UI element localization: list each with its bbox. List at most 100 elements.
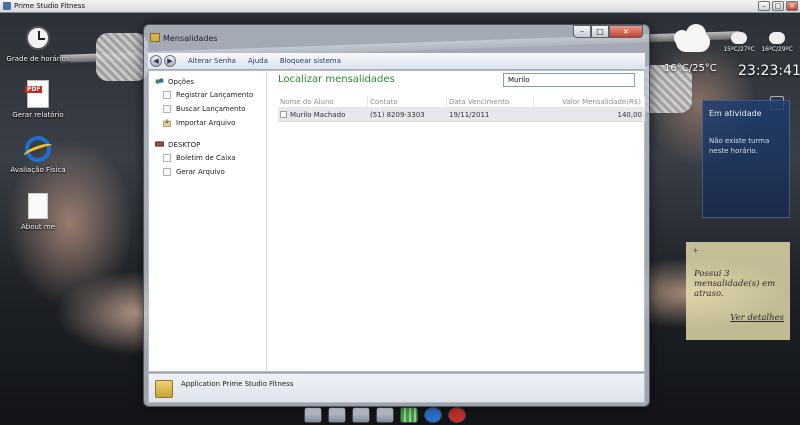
folder-icon xyxy=(150,33,160,42)
window-maximize-button[interactable]: □ xyxy=(591,25,609,38)
taskbar xyxy=(300,404,520,425)
menubar: ◀ ▶ Alterar Senha Ajuda Bloquear sistema xyxy=(148,53,645,69)
plus-icon[interactable]: + xyxy=(692,246,784,255)
taskbar-app-icon[interactable] xyxy=(328,406,346,423)
window-close-button[interactable]: × xyxy=(609,25,643,38)
sticky-details-link[interactable]: Ver detalhes xyxy=(692,313,784,323)
app-close-button[interactable]: × xyxy=(786,1,798,11)
desktop-icon-label: About me xyxy=(20,223,56,231)
clock-icon xyxy=(24,24,52,52)
desktop-icon-grade-horarios[interactable]: Grade de horários xyxy=(3,24,73,63)
menu-alterar-senha[interactable]: Alterar Senha xyxy=(188,57,236,65)
page-title: Localizar mensalidades xyxy=(278,74,395,85)
cell-valor: 140,00 xyxy=(617,111,643,119)
main-panel: Localizar mensalidades Nome do Aluno Con… xyxy=(268,71,645,371)
menu-bloquear-sistema[interactable]: Bloquear sistema xyxy=(280,57,341,65)
window-content: Opções Registrar Lançamento Buscar Lança… xyxy=(148,70,645,372)
back-arrow-icon[interactable]: ◀ xyxy=(150,55,162,67)
desktop-icon-gerar-relatorio[interactable]: Gerar relatório xyxy=(3,80,73,119)
folder-icon xyxy=(155,380,173,398)
options-icon xyxy=(155,78,164,84)
activity-text: Não existe turma neste horário. xyxy=(709,137,770,155)
sidebar-item-buscar-lancamento[interactable]: Buscar Lançamento xyxy=(149,102,266,116)
taskbar-chart-icon[interactable] xyxy=(400,406,418,423)
app-window-controls: – □ × xyxy=(758,1,798,11)
activity-title: Em atividade xyxy=(709,109,762,118)
clock-time: 23:23:41 xyxy=(738,63,800,79)
column-header-valor[interactable]: Valor Mensalidade(R$) xyxy=(534,96,645,107)
app-maximize-button[interactable]: □ xyxy=(772,1,784,11)
column-header-nome[interactable]: Nome do Aluno xyxy=(278,96,368,107)
app-titlebar: Prime Studio Fitness – □ × xyxy=(0,0,800,13)
activity-gadget: Em atividade Não existe turma neste horá… xyxy=(702,100,790,218)
column-header-contato[interactable]: Contato xyxy=(368,96,447,107)
taskbar-app-icon[interactable] xyxy=(352,406,370,423)
forecast-2-temp: 16ºC/29ºC xyxy=(761,46,793,53)
mensalidades-table: Nome do Aluno Contato Data Vencimento Va… xyxy=(278,96,645,122)
column-header-data-vencimento[interactable]: Data Vencimento xyxy=(447,96,534,107)
forecast-1-temp: 15ºC/27ºC xyxy=(723,46,755,53)
cell-nome-text: Murilo Machado xyxy=(290,110,346,119)
document-icon xyxy=(24,192,52,220)
internet-explorer-icon xyxy=(24,135,52,163)
forward-arrow-icon[interactable]: ▶ xyxy=(164,55,176,67)
window-minimize-button[interactable]: – xyxy=(573,25,591,38)
desktop-icon-about-me[interactable]: About me xyxy=(3,192,73,231)
sidebar-item-gerar-arquivo[interactable]: Gerar Arquivo xyxy=(149,165,266,179)
window-titlebar: Mensalidades – □ × xyxy=(144,25,649,51)
taskbar-app-icon[interactable] xyxy=(376,406,394,423)
taskbar-stop-icon[interactable] xyxy=(448,406,466,423)
sidebar-item-boletim-de-caixa[interactable]: Boletim de Caixa xyxy=(149,151,266,165)
table-row[interactable]: Murilo Machado (51) 8209-3303 19/11/2011… xyxy=(278,108,645,122)
weather-forecast-1: 15ºC/27ºC xyxy=(719,29,759,53)
blank-icon xyxy=(163,168,171,176)
partly-cloudy-icon xyxy=(727,29,747,44)
sidebar-item-label: Gerar Arquivo xyxy=(176,168,225,176)
pdf-icon xyxy=(24,80,52,108)
cell-nome: Murilo Machado xyxy=(278,108,368,121)
weather-main-temperature: 16°C/25°C xyxy=(664,63,717,74)
desktop-icon-avaliacao-fisica[interactable]: Avaliação Física xyxy=(3,135,73,174)
window-title: Mensalidades xyxy=(163,34,218,43)
desktop-icon-label: Grade de horários xyxy=(6,55,70,63)
blank-icon xyxy=(163,105,171,113)
partly-cloudy-icon xyxy=(765,29,785,44)
window-controls: – □ × xyxy=(573,25,643,38)
search-input[interactable] xyxy=(503,73,635,87)
app-title: Prime Studio Fitness xyxy=(14,2,86,10)
desktop-icon xyxy=(155,141,164,147)
sidebar-item-label: Boletim de Caixa xyxy=(176,154,236,162)
overdue-sticky-note: + Possui 3 mensalidade(s) em atraso. Ver… xyxy=(686,242,790,340)
mensalidades-window: Mensalidades – □ × ◀ ▶ Alterar Senha Aju… xyxy=(143,24,650,407)
wallpaper-glove-left xyxy=(96,33,148,81)
blank-icon xyxy=(163,91,171,99)
weather-forecast-2: 16ºC/29ºC xyxy=(757,29,797,53)
app-minimize-button[interactable]: – xyxy=(758,1,770,11)
sidebar: Opções Registrar Lançamento Buscar Lança… xyxy=(149,71,267,371)
sidebar-item-label: Buscar Lançamento xyxy=(176,105,246,113)
sticky-text: Possui 3 mensalidade(s) em atraso. xyxy=(694,269,776,299)
import-icon xyxy=(163,119,171,127)
desktop-icon-label: Avaliação Física xyxy=(10,166,66,174)
cell-data-vencimento: 19/11/2011 xyxy=(449,111,490,119)
desktop-icon-label: Gerar relatório xyxy=(12,111,64,119)
taskbar-app-icon[interactable] xyxy=(304,406,322,423)
cell-contato: (51) 8209-3303 xyxy=(370,111,425,119)
table-header: Nome do Aluno Contato Data Vencimento Va… xyxy=(278,96,645,108)
sidebar-item-registrar-lancamento[interactable]: Registrar Lançamento xyxy=(149,88,266,102)
sidebar-item-importar-arquivo[interactable]: Importar Arquivo xyxy=(149,116,266,130)
blank-icon xyxy=(163,154,171,162)
menu-ajuda[interactable]: Ajuda xyxy=(248,57,268,65)
sidebar-group-desktop[interactable]: DESKTOP xyxy=(149,138,266,151)
sidebar-group-opcoes[interactable]: Opções xyxy=(149,75,266,88)
status-text: Application Prime Studio Fitness xyxy=(181,380,294,388)
sidebar-group-label: DESKTOP xyxy=(168,140,201,149)
status-bar: Application Prime Studio Fitness xyxy=(148,373,645,403)
weather-cloud-icon xyxy=(670,22,716,56)
sidebar-item-label: Importar Arquivo xyxy=(176,119,236,127)
app-icon xyxy=(3,2,11,10)
sidebar-group-label: Opções xyxy=(168,77,195,86)
taskbar-ie-icon[interactable] xyxy=(424,406,442,423)
sidebar-item-label: Registrar Lançamento xyxy=(176,91,254,99)
row-checkbox[interactable] xyxy=(280,111,287,118)
